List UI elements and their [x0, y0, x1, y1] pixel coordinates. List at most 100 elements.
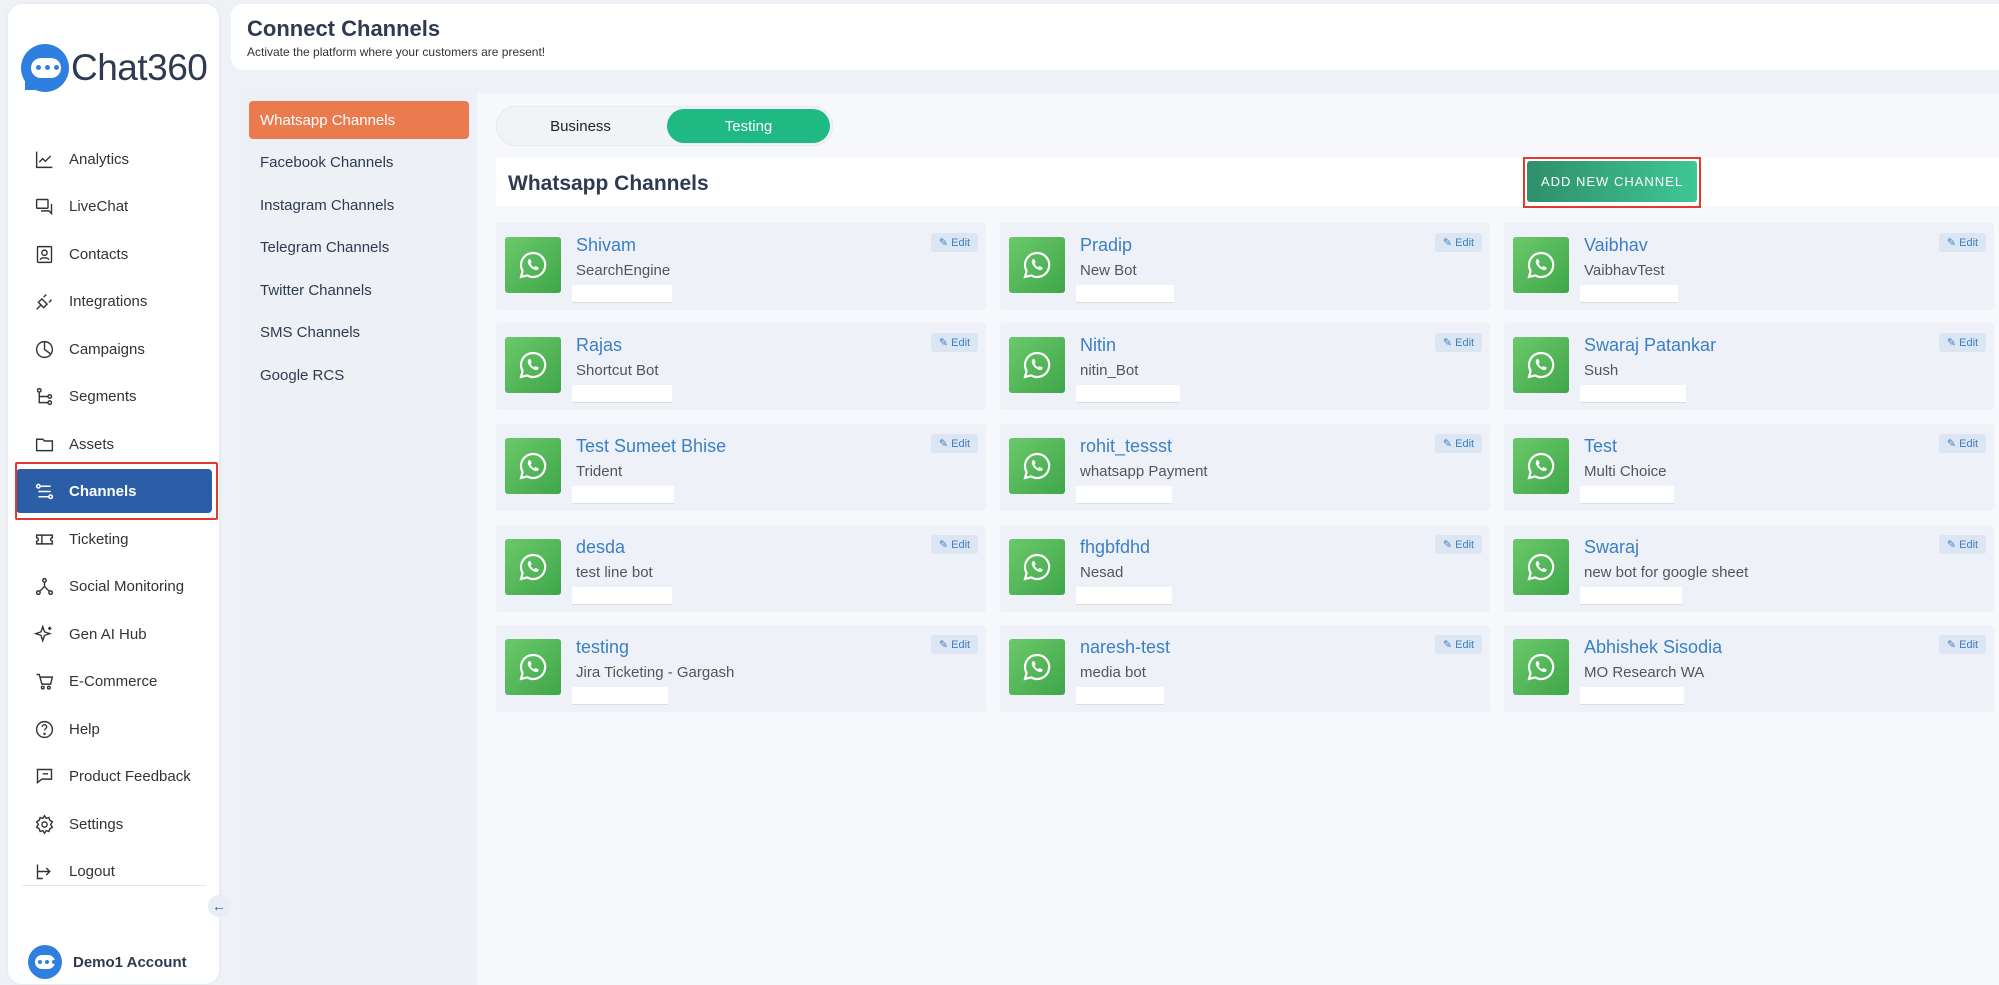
channel-card[interactable]: naresh-test media bot ✎ Edit [1000, 625, 1490, 712]
sidebar-item-label: Logout [69, 862, 115, 880]
pencil-icon: ✎ [1442, 438, 1453, 450]
channel-name[interactable]: Abhishek Sisodia [1584, 637, 1722, 658]
channel-nav-whatsapp-channels[interactable]: Whatsapp Channels [249, 101, 469, 139]
sidebar-item-label: Integrations [69, 292, 148, 310]
edit-channel-button[interactable]: ✎ Edit [1435, 535, 1482, 554]
channel-number-field [572, 587, 672, 605]
channel-name[interactable]: Test [1584, 436, 1617, 457]
channel-name[interactable]: naresh-test [1080, 637, 1170, 658]
edit-channel-button[interactable]: ✎ Edit [1435, 333, 1482, 352]
channel-card[interactable]: Nitin nitin_Bot ✎ Edit [1000, 323, 1490, 410]
pencil-icon: ✎ [1442, 337, 1453, 349]
edit-channel-button[interactable]: ✎ Edit [1435, 233, 1482, 252]
brand-logo[interactable]: Chat360 [21, 44, 208, 92]
channel-bot-name: SearchEngine [576, 262, 671, 279]
pencil-icon: ✎ [1946, 639, 1957, 651]
channel-card[interactable]: Shivam SearchEngine ✎ Edit [496, 223, 986, 310]
sidebar-item-settings[interactable]: Settings [16, 802, 212, 846]
sidebar-divider [22, 885, 206, 886]
edit-label: Edit [1455, 538, 1475, 551]
channel-card[interactable]: Swaraj new bot for google sheet ✎ Edit [1504, 525, 1994, 612]
channel-name[interactable]: Test Sumeet Bhise [576, 436, 726, 457]
channel-name[interactable]: Swaraj Patankar [1584, 335, 1716, 356]
edit-label: Edit [1455, 437, 1475, 450]
channel-card[interactable]: Test Multi Choice ✎ Edit [1504, 424, 1994, 511]
channel-card[interactable]: desda test line bot ✎ Edit [496, 525, 986, 612]
toggle-business[interactable]: Business [499, 109, 662, 143]
analytics-icon [33, 148, 55, 170]
channel-name[interactable]: Pradip [1080, 235, 1132, 256]
channel-card[interactable]: rohit_tessst whatsapp Payment ✎ Edit [1000, 424, 1490, 511]
sidebar-item-assets[interactable]: Assets [16, 422, 212, 466]
edit-channel-button[interactable]: ✎ Edit [931, 535, 978, 554]
channel-bot-name: nitin_Bot [1080, 362, 1139, 379]
sidebar-item-social-monitoring[interactable]: Social Monitoring [16, 564, 212, 608]
channel-nav-google-rcs[interactable]: Google RCS [249, 356, 469, 394]
channel-nav-sms-channels[interactable]: SMS Channels [249, 314, 469, 352]
sidebar-item-help[interactable]: Help [16, 707, 212, 751]
sidebar-item-gen-ai-hub[interactable]: Gen AI Hub [16, 612, 212, 656]
edit-channel-button[interactable]: ✎ Edit [931, 333, 978, 352]
channel-card[interactable]: fhgbfdhd Nesad ✎ Edit [1000, 525, 1490, 612]
toggle-testing[interactable]: Testing [667, 109, 830, 143]
pencil-icon: ✎ [1946, 337, 1957, 349]
edit-channel-button[interactable]: ✎ Edit [1939, 233, 1986, 252]
sidebar-item-ticketing[interactable]: Ticketing [16, 517, 212, 561]
whatsapp-icon [1009, 337, 1065, 393]
sidebar-item-campaigns[interactable]: Campaigns [16, 327, 212, 371]
panel-title: Whatsapp Channels [508, 172, 709, 195]
channel-card[interactable]: Abhishek Sisodia MO Research WA ✎ Edit [1504, 625, 1994, 712]
channel-name[interactable]: Shivam [576, 235, 636, 256]
channel-name[interactable]: Nitin [1080, 335, 1116, 356]
edit-channel-button[interactable]: ✎ Edit [931, 635, 978, 654]
sidebar-item-e-commerce[interactable]: E-Commerce [16, 659, 212, 703]
channel-number-field [1076, 285, 1174, 303]
page-title: Connect Channels [247, 16, 441, 41]
edit-channel-button[interactable]: ✎ Edit [1939, 333, 1986, 352]
channel-card[interactable]: Rajas Shortcut Bot ✎ Edit [496, 323, 986, 410]
channel-name[interactable]: fhgbfdhd [1080, 537, 1150, 558]
channel-bot-name: Trident [576, 463, 623, 480]
channel-card[interactable]: Swaraj Patankar Sush ✎ Edit [1504, 323, 1994, 410]
channel-card[interactable]: Test Sumeet Bhise Trident ✎ Edit [496, 424, 986, 511]
sidebar-item-product-feedback[interactable]: Product Feedback [16, 754, 212, 798]
sidebar-item-livechat[interactable]: LiveChat [16, 184, 212, 228]
edit-label: Edit [1959, 538, 1979, 551]
channel-name[interactable]: Vaibhav [1584, 235, 1648, 256]
channel-name[interactable]: rohit_tessst [1080, 436, 1172, 457]
edit-channel-button[interactable]: ✎ Edit [1939, 635, 1986, 654]
edit-channel-button[interactable]: ✎ Edit [931, 233, 978, 252]
channel-bot-name: media bot [1080, 664, 1146, 681]
collapse-sidebar-arrow-icon[interactable]: ← [208, 895, 230, 917]
channel-card[interactable]: Vaibhav VaibhavTest ✎ Edit [1504, 223, 1994, 310]
sidebar-item-integrations[interactable]: Integrations [16, 279, 212, 323]
channel-bot-name: VaibhavTest [1584, 262, 1665, 279]
channel-card[interactable]: testing Jira Ticketing - Gargash ✎ Edit [496, 625, 986, 712]
sidebar: Chat360 Analytics LiveChat Contacts Integra… [8, 4, 219, 984]
whatsapp-icon [505, 639, 561, 695]
edit-channel-button[interactable]: ✎ Edit [1435, 635, 1482, 654]
edit-channel-button[interactable]: ✎ Edit [1939, 535, 1986, 554]
channel-card[interactable]: Pradip New Bot ✎ Edit [1000, 223, 1490, 310]
sidebar-item-label: Gen AI Hub [69, 625, 147, 643]
pencil-icon: ✎ [938, 438, 949, 450]
edit-channel-button[interactable]: ✎ Edit [1435, 434, 1482, 453]
channel-nav-telegram-channels[interactable]: Telegram Channels [249, 229, 469, 267]
account-switcher[interactable]: Demo1 Account [28, 945, 187, 979]
edit-label: Edit [951, 638, 971, 651]
sidebar-item-segments[interactable]: Segments [16, 374, 212, 418]
channel-name[interactable]: Rajas [576, 335, 622, 356]
sidebar-item-contacts[interactable]: Contacts [16, 232, 212, 276]
channel-name[interactable]: Swaraj [1584, 537, 1639, 558]
sidebar-item-logout[interactable]: Logout [16, 849, 212, 893]
edit-channel-button[interactable]: ✎ Edit [931, 434, 978, 453]
add-new-channel-button[interactable]: ADD NEW CHANNEL [1527, 161, 1697, 202]
channel-nav-facebook-channels[interactable]: Facebook Channels [249, 144, 469, 182]
channel-nav-twitter-channels[interactable]: Twitter Channels [249, 271, 469, 309]
sidebar-item-analytics[interactable]: Analytics [16, 137, 212, 181]
edit-channel-button[interactable]: ✎ Edit [1939, 434, 1986, 453]
channel-name[interactable]: desda [576, 537, 625, 558]
sidebar-item-label: Assets [69, 435, 115, 453]
channel-nav-instagram-channels[interactable]: Instagram Channels [249, 186, 469, 224]
channel-name[interactable]: testing [576, 637, 629, 658]
